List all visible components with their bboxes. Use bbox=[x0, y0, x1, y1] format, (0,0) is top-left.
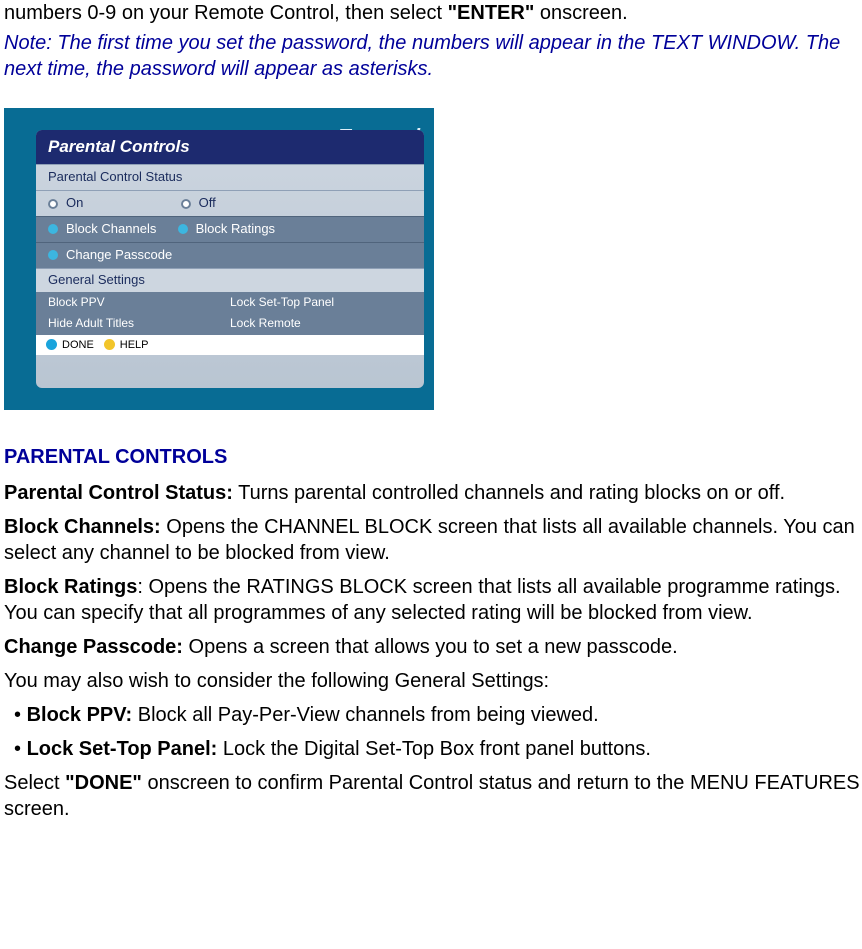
intro-t2: onscreen. bbox=[534, 2, 627, 24]
intro-line: numbers 0-9 on your Remote Control, then… bbox=[4, 0, 862, 26]
done-icon[interactable] bbox=[46, 339, 57, 350]
ppv-b: Block all Pay-Per-View channels from bei… bbox=[132, 704, 599, 726]
panel-title: Parental Controls bbox=[36, 130, 424, 164]
gs-lock-panel: Lock Set-Top Panel bbox=[230, 295, 334, 309]
def-pcs: Parental Control Status: Turns parental … bbox=[4, 480, 862, 506]
def-bc: Block Channels: Opens the CHANNEL BLOCK … bbox=[4, 514, 862, 566]
lock-h: Lock Set-Top Panel: bbox=[27, 738, 218, 760]
gs-ppv: Block PPV bbox=[48, 295, 105, 309]
block-channels-label: Block Channels bbox=[66, 221, 156, 236]
radio-off-icon[interactable] bbox=[181, 199, 191, 209]
done-bar[interactable]: DONE HELP bbox=[36, 335, 424, 355]
def-cp-h: Change Passcode: bbox=[4, 636, 183, 658]
final-t1: Select bbox=[4, 772, 65, 794]
change-passcode-label: Change Passcode bbox=[66, 247, 172, 262]
section-title: PARENTAL CONTROLS bbox=[4, 444, 862, 470]
change-passcode-row[interactable]: Change Passcode bbox=[36, 242, 424, 268]
intro-enter: "ENTER" bbox=[448, 2, 535, 24]
bullet-lock: • Lock Set-Top Panel: Lock the Digital S… bbox=[4, 736, 862, 762]
def-br: Block Ratings: Opens the RATINGS BLOCK s… bbox=[4, 574, 862, 626]
off-label: Off bbox=[199, 195, 216, 210]
settings-panel: Parental Controls Parental Control Statu… bbox=[36, 130, 424, 388]
gen-intro: You may also wish to consider the follow… bbox=[4, 668, 862, 694]
screenshot-panel: Tsunami LIVEWIRE Parental Controls Paren… bbox=[4, 108, 434, 410]
final-line: Select "DONE" onscreen to confirm Parent… bbox=[4, 770, 862, 822]
gs-hide: Hide Adult Titles bbox=[48, 316, 134, 330]
note-text: Note: The first time you set the passwor… bbox=[4, 30, 862, 82]
lock-b: Lock the Digital Set-Top Box front panel… bbox=[217, 738, 651, 760]
help-label: HELP bbox=[120, 338, 149, 352]
def-bc-h: Block Channels: bbox=[4, 516, 161, 538]
block-ratings-label: Block Ratings bbox=[196, 221, 275, 236]
status-label-row: Parental Control Status bbox=[36, 164, 424, 190]
block-row[interactable]: Block Channels Block Ratings bbox=[36, 216, 424, 242]
def-pcs-b: Turns parental controlled channels and r… bbox=[233, 482, 785, 504]
bullet-icon bbox=[178, 224, 188, 234]
radio-off-icon[interactable] bbox=[48, 199, 58, 209]
def-cp: Change Passcode: Opens a screen that all… bbox=[4, 634, 862, 660]
on-label: On bbox=[66, 195, 83, 210]
help-icon[interactable] bbox=[104, 339, 115, 350]
gs-row-2[interactable]: Hide Adult Titles Lock Remote bbox=[36, 313, 424, 335]
gs-row-1[interactable]: Block PPV Lock Set-Top Panel bbox=[36, 292, 424, 314]
done-label: DONE bbox=[62, 338, 94, 352]
bullet-icon bbox=[48, 250, 58, 260]
general-settings-label: General Settings bbox=[36, 268, 424, 292]
gs-lock-remote: Lock Remote bbox=[230, 316, 301, 330]
status-options-row[interactable]: On Off bbox=[36, 190, 424, 216]
def-pcs-h: Parental Control Status: bbox=[4, 482, 233, 504]
def-cp-b: Opens a screen that allows you to set a … bbox=[183, 636, 678, 658]
ppv-h: Block PPV: bbox=[27, 704, 133, 726]
bullet-icon bbox=[48, 224, 58, 234]
def-br-h: Block Ratings bbox=[4, 576, 137, 598]
final-done: "DONE" bbox=[65, 772, 142, 794]
bullet-ppv: • Block PPV: Block all Pay-Per-View chan… bbox=[4, 702, 862, 728]
intro-t1: numbers 0-9 on your Remote Control, then… bbox=[4, 2, 448, 24]
